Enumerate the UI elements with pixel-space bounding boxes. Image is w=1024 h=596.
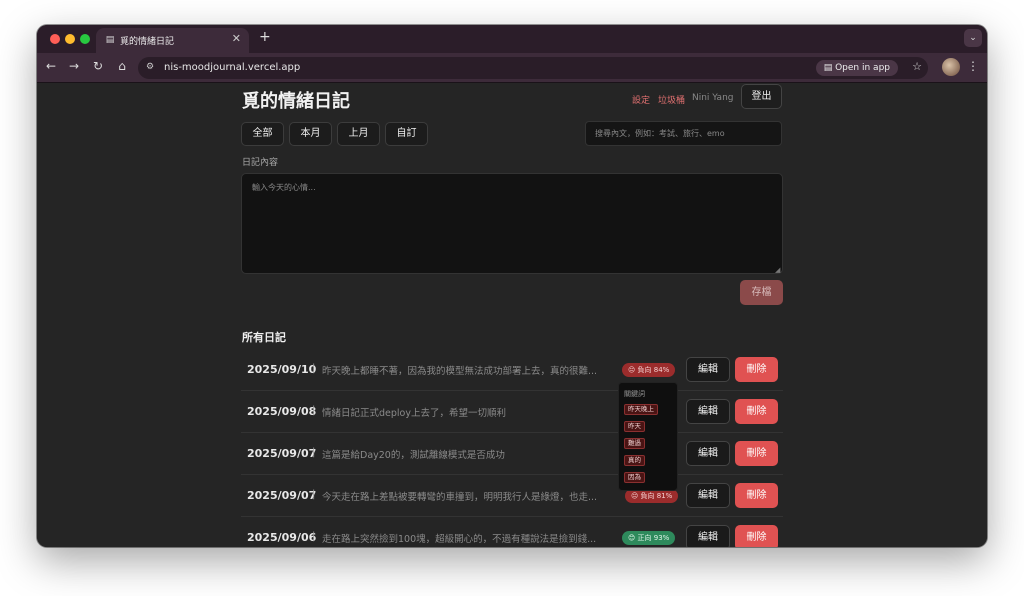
sentiment-badge[interactable]: 😔 負向 81% [625,489,679,503]
delete-button[interactable]: 刪除 [735,441,778,466]
close-icon[interactable]: ✕ [232,32,241,45]
keyword-chip: 昨天 [624,421,645,432]
save-button[interactable]: 存檔 [740,280,783,305]
open-in-app-label: Open in app [835,63,890,73]
profile-avatar[interactable] [942,58,960,76]
chevron-down-icon[interactable]: ⌄ [964,29,982,47]
list-item: 2025/09/10 | 昨天晚上都睡不著，因為我的模型無法成功部署上去，真的很… [241,349,783,391]
list-item: 2025/09/06 | 走在路上突然撿到100塊，超級開心的，不過有種說法是撿… [241,517,783,547]
entries-section-title: 所有日記 [242,331,286,344]
book-icon: ▤ [105,35,115,45]
edit-button[interactable]: 編輯 [686,399,730,424]
browser-window: ▤ 覓的情緒日記 ✕ + ⌄ ← → ↻ ⌂ ⚙ nis-moodjournal… [37,25,987,547]
search-input[interactable] [585,121,782,146]
entry-date: 2025/09/08 [247,405,317,418]
keywords-title: 關鍵詞 [624,390,645,398]
browser-tab[interactable]: ▤ 覓的情緒日記 ✕ [96,28,249,53]
entry-date: 2025/09/07 [247,489,317,502]
list-item: 2025/09/07 | 這篇是給Day20的，測試離線模式是否成功 編輯 刪除 [241,433,783,475]
entry-text: 這篇是給Day20的，測試離線模式是否成功 [322,450,505,461]
journal-content-label: 日記內容 [242,158,279,168]
entry-text: 走在路上突然撿到100塊，超級開心的，不過有種說法是撿到錢... [322,534,597,545]
bookmark-star-icon[interactable]: ☆ [912,60,922,73]
edit-button[interactable]: 編輯 [686,441,730,466]
trash-link[interactable]: 垃圾桶 [658,93,685,106]
entry-date: 2025/09/07 [247,447,317,460]
filter-last-month-button[interactable]: 上月 [337,122,380,146]
filter-custom-button[interactable]: 自訂 [385,122,428,146]
home-icon[interactable]: ⌂ [114,59,130,73]
entry-date: 2025/09/10 [247,363,317,376]
filter-all-button[interactable]: 全部 [241,122,284,146]
filter-this-month-button[interactable]: 本月 [289,122,332,146]
sentiment-badge[interactable]: 😊 正向 93% [622,531,676,545]
delete-button[interactable]: 刪除 [735,483,778,508]
entry-separator: | [312,405,316,416]
delete-button[interactable]: 刪除 [735,525,778,547]
journal-textarea[interactable] [241,173,783,274]
browser-toolbar: ← → ↻ ⌂ ⚙ nis-moodjournal.vercel.app ▤ O… [37,53,987,83]
delete-button[interactable]: 刪除 [735,399,778,424]
entry-separator: | [312,363,316,374]
logout-button[interactable]: 登出 [741,84,782,109]
tab-bar: ▤ 覓的情緒日記 ✕ + ⌄ [37,25,987,53]
new-tab-icon[interactable]: + [259,29,271,45]
entry-text: 昨天晚上都睡不著，因為我的模型無法成功部署上去，真的很難... [322,366,598,377]
maximize-window-button[interactable] [80,34,90,44]
more-menu-icon[interactable]: ⋮ [967,59,979,73]
keyword-chip: 因為 [624,472,645,483]
sentiment-badge[interactable]: 😔 負向 84% [622,363,676,377]
resize-handle-icon[interactable]: ◢ [775,266,780,274]
close-window-button[interactable] [50,34,60,44]
tab-title: 覓的情緒日記 [120,37,175,47]
edit-button[interactable]: 編輯 [686,357,730,382]
delete-button[interactable]: 刪除 [735,357,778,382]
keyword-chip: 難過 [624,438,645,449]
keyword-chip: 昨天晚上 [624,404,658,415]
page-content: 覓的情緒日記 設定 垃圾桶 Nini Yang 登出 全部 本月 上月 自訂 日… [37,83,987,547]
edit-button[interactable]: 編輯 [686,525,730,547]
entry-text: 今天走在路上差點被要轉彎的車撞到，明明我行人是綠燈，也走... [322,492,598,503]
list-item: 2025/09/08 | 情緒日記正式deploy上去了，希望一切順利 編輯 刪… [241,391,783,433]
edit-button[interactable]: 編輯 [686,483,730,508]
reload-icon[interactable]: ↻ [90,59,106,73]
list-item: 2025/09/07 | 今天走在路上差點被要轉彎的車撞到，明明我行人是綠燈，也… [241,475,783,517]
entry-separator: | [312,531,316,542]
user-name: Nini Yang [692,93,734,103]
page-title: 覓的情緒日記 [242,91,350,112]
open-in-app-button[interactable]: ▤ Open in app [815,60,898,76]
entry-date: 2025/09/06 [247,531,317,544]
entry-separator: | [312,489,316,500]
back-icon[interactable]: ← [43,59,59,73]
url-text[interactable]: nis-moodjournal.vercel.app [164,62,300,73]
minimize-window-button[interactable] [65,34,75,44]
keyword-chip: 真的 [624,455,645,466]
forward-icon[interactable]: → [66,59,82,73]
settings-link[interactable]: 設定 [632,93,650,106]
entry-separator: | [312,447,316,458]
entry-text: 情緒日記正式deploy上去了，希望一切順利 [322,408,506,419]
site-info-icon[interactable]: ⚙ [146,62,154,72]
address-bar[interactable]: ⚙ nis-moodjournal.vercel.app ▤ Open in a… [138,57,928,79]
keywords-popover: 關鍵詞 昨天晚上 昨天 難過 真的 因為 [618,382,678,491]
